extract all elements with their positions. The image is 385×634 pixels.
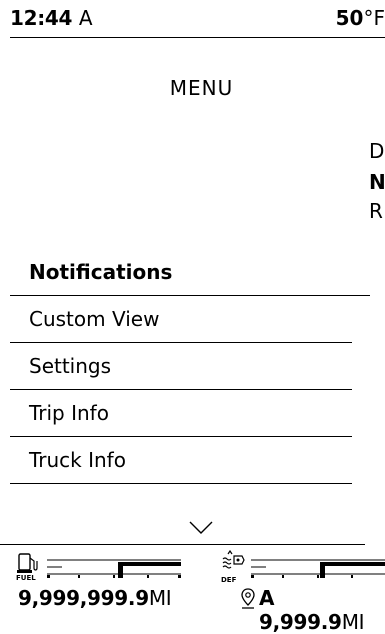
menu-item-truck-info[interactable]: Truck Info <box>10 437 352 484</box>
odometer: 9,999,999.9MI <box>18 586 172 610</box>
odometer-value: 9,999,999.9 <box>18 586 149 610</box>
clock: 12:44 A <box>10 6 93 30</box>
def-label: DEF <box>221 576 237 584</box>
trip-unit: MI <box>341 610 365 634</box>
menu-item-label: Notifications <box>29 260 173 284</box>
gear-d: D <box>369 139 385 163</box>
gear-n-selected: N <box>369 170 385 194</box>
trip-value: 9,999.9 <box>259 610 342 634</box>
menu-item-trip-info[interactable]: Trip Info <box>10 390 352 437</box>
status-divider <box>10 37 385 38</box>
map-pin-icon <box>241 588 255 609</box>
clock-time: 12:44 <box>10 6 73 30</box>
trip-label: A <box>259 586 275 610</box>
def-fluid-icon <box>222 550 245 569</box>
trip-odometer: A 9,999.9MI <box>259 586 385 634</box>
menu-item-notifications[interactable]: Notifications <box>10 249 370 296</box>
menu-item-custom-view[interactable]: Custom View <box>10 296 352 343</box>
page-title: MENU <box>169 76 234 100</box>
chevron-down-icon[interactable] <box>189 521 213 535</box>
fuel-pump-icon <box>17 553 38 573</box>
gear-r: R <box>369 199 383 223</box>
outside-temperature: 50°F <box>336 6 385 30</box>
temperature-unit: °F <box>363 6 385 30</box>
odometer-unit: MI <box>148 586 172 610</box>
menu-item-settings[interactable]: Settings <box>10 343 352 390</box>
def-gauge-ticks <box>251 575 353 578</box>
menu-item-label: Truck Info <box>29 448 126 472</box>
menu-item-label: Trip Info <box>29 401 109 425</box>
temperature-value: 50 <box>335 6 364 30</box>
clock-suffix: A <box>78 6 93 30</box>
fuel-gauge <box>47 559 181 578</box>
menu-list: Notifications Custom View Settings Trip … <box>10 249 370 484</box>
bottom-divider <box>0 544 365 545</box>
def-gauge <box>251 559 385 578</box>
status-bar: 12:44 A 50°F <box>10 0 385 38</box>
menu-item-label: Settings <box>29 354 112 378</box>
fuel-gauge-ticks <box>47 575 181 578</box>
menu-item-label: Custom View <box>29 307 160 331</box>
fuel-label: FUEL <box>16 574 36 582</box>
